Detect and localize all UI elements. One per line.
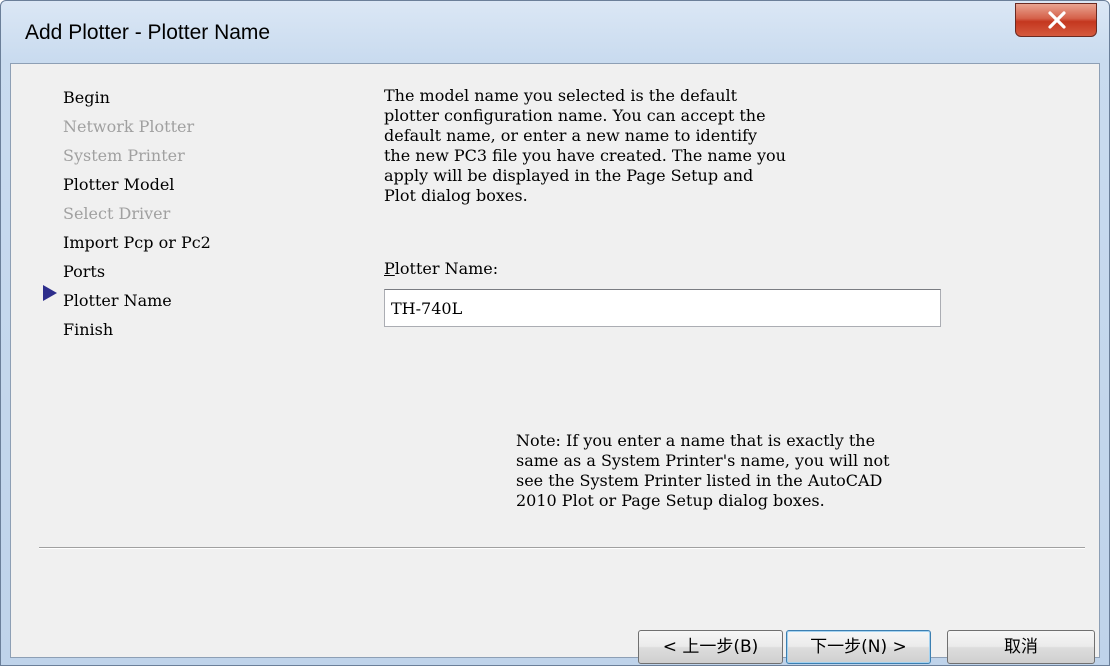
plotter-name-label: Plotter Name: — [384, 259, 498, 279]
label-rest: lotter Name: — [394, 259, 499, 278]
plotter-name-input[interactable] — [384, 289, 941, 327]
step-finish: Finish — [63, 320, 114, 339]
back-button[interactable]: < 上一步(B) — [638, 630, 783, 664]
title-bar[interactable]: Add Plotter - Plotter Name — [1, 1, 1109, 63]
note-text: Note: If you enter a name that is exactl… — [516, 431, 890, 510]
current-step-arrow-icon — [43, 285, 57, 301]
window-title: Add Plotter - Plotter Name — [25, 21, 271, 44]
step-ports: Ports — [63, 262, 106, 281]
add-plotter-dialog: Add Plotter - Plotter Name Begin Network… — [0, 0, 1110, 666]
next-button[interactable]: 下一步(N) > — [786, 630, 931, 664]
step-plotter-model: Plotter Model — [63, 175, 175, 194]
label-mnemonic: P — [384, 259, 395, 278]
wizard-steps: Begin Network Plotter System Printer Plo… — [63, 83, 211, 344]
close-button[interactable] — [1015, 3, 1097, 37]
divider — [39, 547, 1085, 549]
cancel-button[interactable]: 取消 — [947, 630, 1095, 664]
close-icon — [1048, 11, 1066, 29]
dialog-body: Begin Network Plotter System Printer Plo… — [10, 63, 1100, 664]
step-plotter-name: Plotter Name — [63, 291, 172, 310]
step-import-pcp: Import Pcp or Pc2 — [63, 233, 211, 252]
intro-text: The model name you selected is the defau… — [384, 86, 786, 205]
step-select-driver: Select Driver — [63, 204, 171, 223]
step-system-printer: System Printer — [63, 146, 185, 165]
step-begin: Begin — [63, 88, 110, 107]
step-network-plotter: Network Plotter — [63, 117, 195, 136]
